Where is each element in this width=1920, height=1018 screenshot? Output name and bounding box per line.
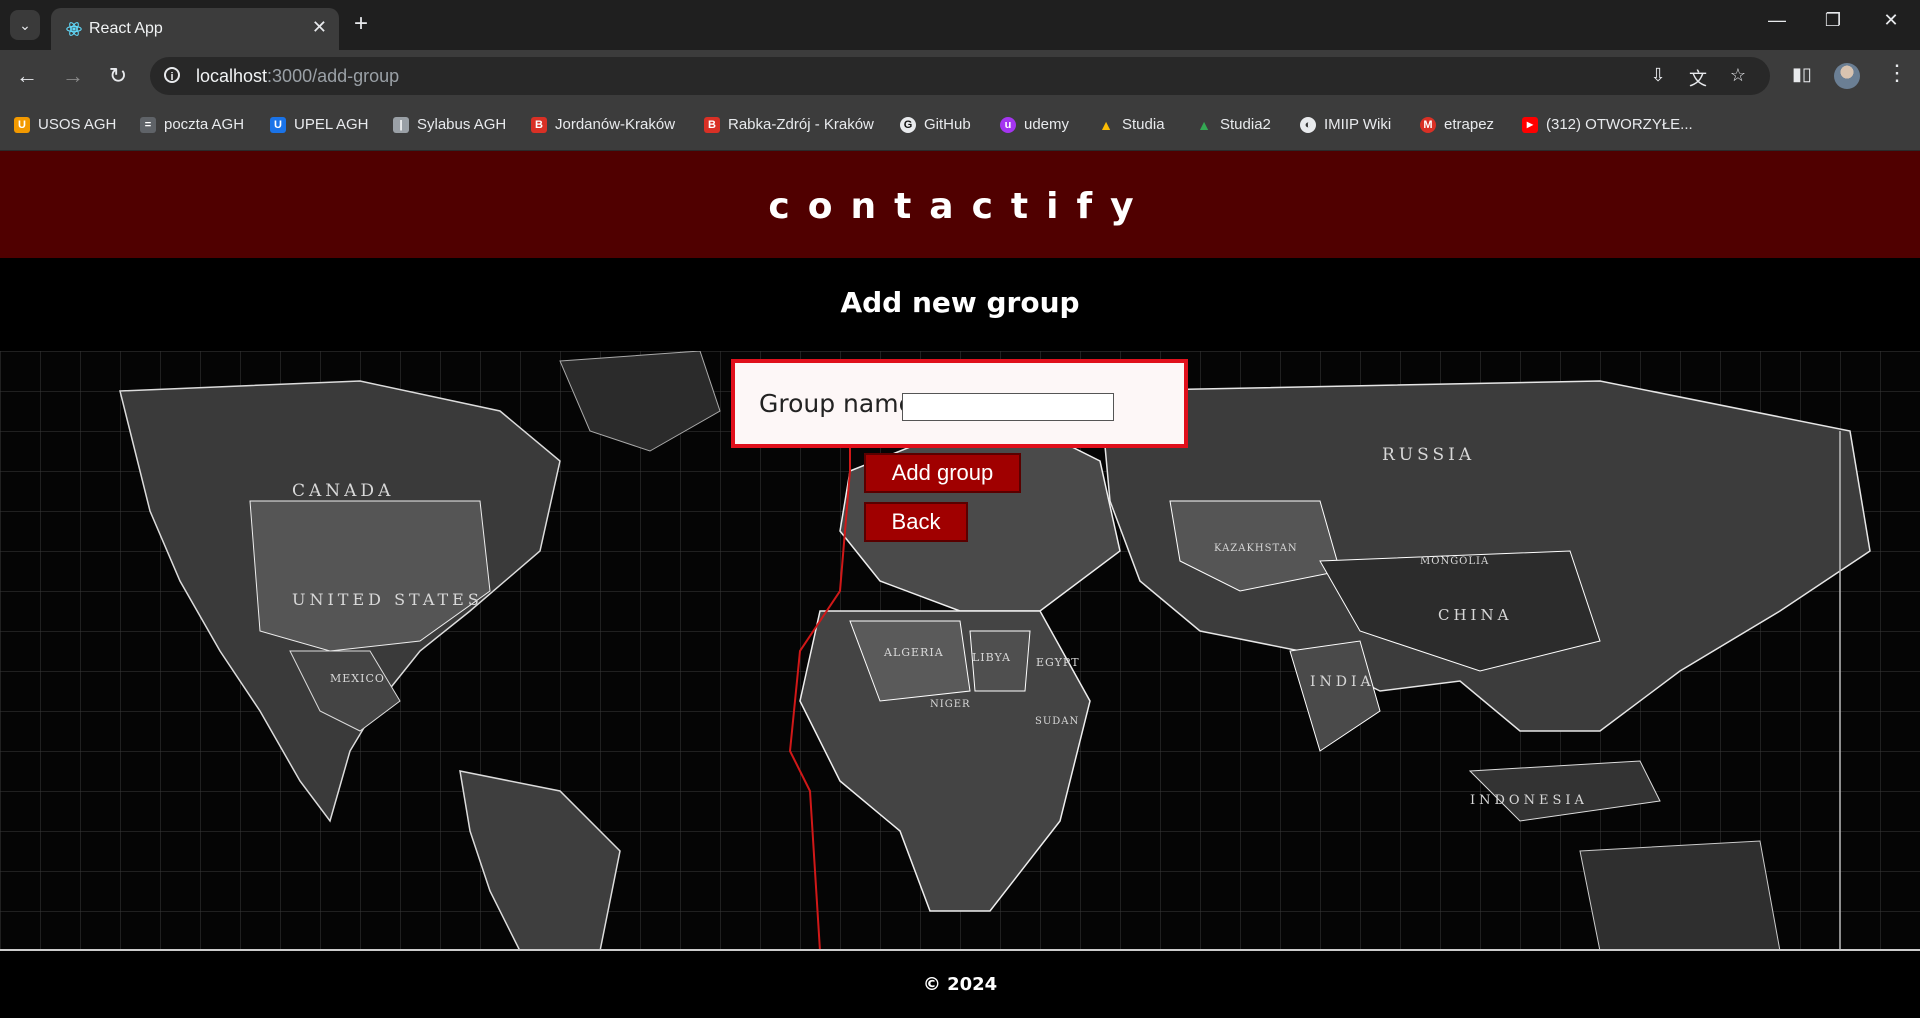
restore-icon[interactable]: ❐ (1818, 10, 1848, 31)
bookmark-etrapez[interactable]: M etrapez (1420, 116, 1494, 133)
map-label-niger: NIGER (930, 699, 971, 710)
more-menu-icon[interactable]: ⋮ (1886, 60, 1908, 86)
bookmark-poczta-agh[interactable]: = poczta AGH (140, 116, 244, 133)
back-arrow-icon[interactable]: ← (12, 62, 42, 90)
globe-icon: ◐ (1300, 116, 1316, 133)
bookmark-upel-agh[interactable]: U UPEL AGH (270, 116, 368, 133)
add-group-form: Group name: (731, 359, 1188, 448)
bus-icon: B (531, 116, 547, 133)
bookmark-jordanow-krakow[interactable]: B Jordanów-Kraków (531, 116, 675, 133)
page-title: Add new group (840, 286, 1080, 319)
tab-search-button[interactable]: ⌄ (10, 10, 40, 40)
bookmark-studia[interactable]: ▲ Studia (1098, 116, 1164, 133)
page-content: contactify CANADA UNITED STATES RUSSIA C… (0, 151, 1920, 1018)
translate-icon[interactable]: 文 (1686, 65, 1710, 91)
reload-icon[interactable]: ↻ (103, 62, 133, 90)
github-icon: G (900, 116, 916, 133)
youtube-icon: ▶ (1522, 116, 1538, 133)
bus-icon: B (704, 116, 720, 133)
map-label-india: INDIA (1310, 674, 1375, 690)
mail-icon: = (140, 116, 156, 133)
install-app-icon[interactable]: ⇩ (1646, 65, 1670, 86)
bookmark-imiip-wiki[interactable]: ◐ IMIIP Wiki (1300, 116, 1391, 133)
address-bar[interactable]: i localhost:3000/add-group ⇩ 文 ☆ (150, 57, 1770, 95)
map-label-canada: CANADA (292, 481, 394, 501)
app-footer: © 2024 (0, 951, 1920, 1018)
map-label-mongolia: MONGOLIA (1420, 556, 1489, 567)
group-name-label: Group name: (759, 389, 923, 418)
map-label-libya: LIBYA (972, 651, 1011, 664)
back-button[interactable]: Back (864, 502, 968, 542)
bookmark-github[interactable]: G GitHub (900, 116, 971, 133)
bookmark-sylabus-agh[interactable]: | Sylabus AGH (393, 116, 506, 133)
bookmark-udemy[interactable]: u udemy (1000, 116, 1069, 133)
browser-tabstrip: ⌄ React App ✕ + — ❐ ✕ (0, 0, 1920, 50)
add-group-button[interactable]: Add group (864, 453, 1021, 493)
group-name-input[interactable] (902, 393, 1114, 421)
bookmark-usos-agh[interactable]: U USOS AGH (14, 116, 116, 133)
browser-tab-active[interactable]: React App ✕ (51, 8, 339, 50)
map-label-china: CHINA (1438, 606, 1512, 624)
close-tab-icon[interactable]: ✕ (312, 17, 327, 38)
bookmark-studia2[interactable]: ▲ Studia2 (1196, 116, 1271, 133)
map-label-united-states: UNITED STATES (292, 590, 483, 609)
profile-avatar[interactable] (1834, 63, 1860, 89)
map-label-kazakhstan: KAZAKHSTAN (1214, 543, 1298, 554)
map-label-mexico: MEXICO (330, 672, 385, 685)
etrapez-icon: M (1420, 116, 1436, 133)
site-info-icon[interactable]: i (164, 67, 180, 83)
new-tab-button[interactable]: + (354, 10, 368, 38)
bookmarks-bar: U USOS AGH = poczta AGH U UPEL AGH | Syl… (0, 102, 1920, 151)
google-drive-icon: ▲ (1099, 116, 1113, 133)
usos-icon: U (14, 116, 30, 133)
minimize-icon[interactable]: — (1762, 10, 1792, 31)
map-label-sudan: SUDAN (1035, 716, 1079, 727)
udemy-icon: u (1000, 116, 1016, 133)
brand-logo-text: contactify (768, 186, 1152, 227)
book-icon: | (393, 116, 409, 133)
bookmark-star-icon[interactable]: ☆ (1726, 65, 1750, 86)
app-header: contactify (0, 151, 1920, 258)
close-window-icon[interactable]: ✕ (1876, 10, 1906, 31)
tab-title: React App (89, 20, 163, 37)
address-url[interactable]: localhost:3000/add-group (196, 66, 399, 87)
bookmark-youtube[interactable]: ▶ (312) OTWORZYŁE... (1522, 116, 1693, 133)
chevron-down-icon: ⌄ (19, 16, 31, 33)
browser-toolbar: ← → ↻ i localhost:3000/add-group ⇩ 文 ☆ ▮… (0, 50, 1920, 102)
upel-icon: U (270, 116, 286, 133)
map-label-algeria: ALGERIA (883, 646, 944, 659)
map-label-indonesia: INDONESIA (1470, 793, 1588, 808)
map-label-russia: RUSSIA (1382, 445, 1475, 465)
side-panel-icon[interactable]: ▮▯ (1792, 64, 1812, 85)
copyright-text: © 2024 (922, 974, 998, 995)
map-label-egypt: EGYPT (1036, 656, 1080, 669)
bookmark-rabka-zdroj-krakow[interactable]: B Rabka-Zdrój - Kraków (704, 116, 874, 133)
forward-arrow-icon[interactable]: → (58, 62, 88, 90)
react-logo-icon (66, 22, 82, 36)
google-drive-icon: ▲ (1197, 116, 1211, 133)
